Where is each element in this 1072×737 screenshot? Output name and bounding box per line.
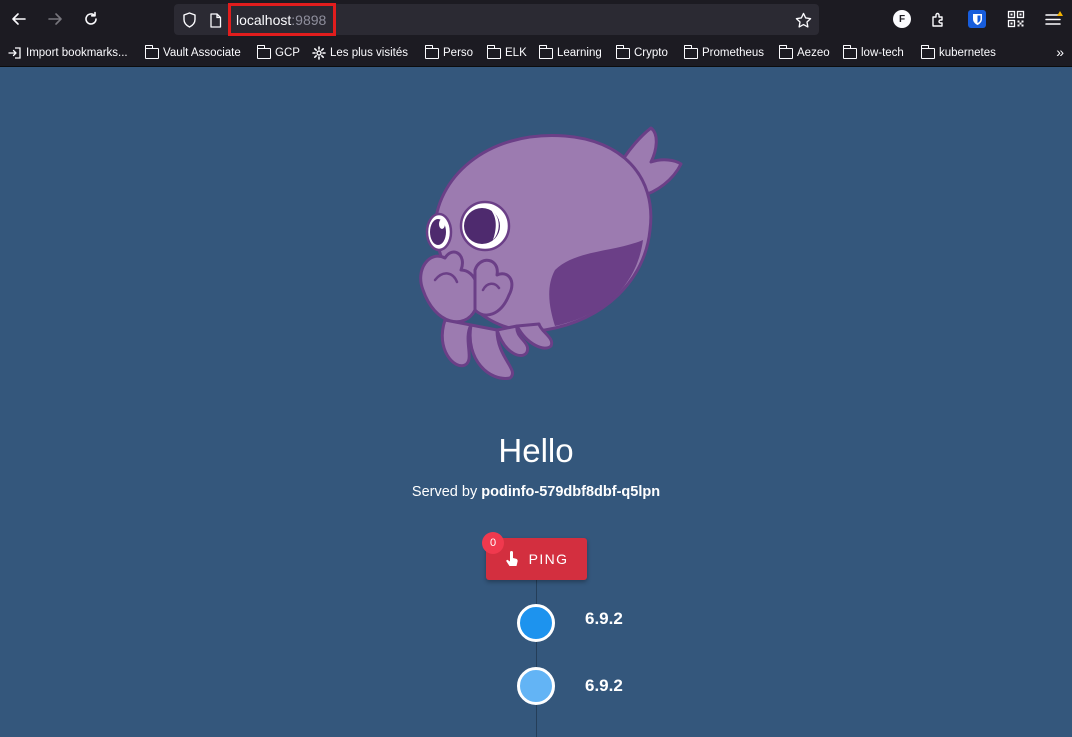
bookmark-gcp[interactable]: GCP (256, 44, 300, 61)
octopus-mascot (419, 126, 683, 380)
ping-count-badge: 0 (482, 532, 504, 554)
url-bar[interactable]: localhost:9898 (174, 3, 819, 36)
menu-button[interactable] (1043, 8, 1065, 30)
bookmark-prometheus[interactable]: Prometheus (683, 44, 765, 61)
bookmark-crypto[interactable]: Crypto (615, 44, 668, 61)
arrow-left-icon (12, 13, 26, 25)
version-label: 6.9.2 (585, 609, 623, 628)
version-label: 6.9.2 (585, 676, 623, 695)
bookmark-label: GCP (275, 47, 300, 59)
url-port: :9898 (291, 12, 327, 28)
folder-icon (538, 44, 553, 59)
menu-icon (1045, 11, 1063, 25)
shield-extension-icon (968, 10, 986, 28)
bookmark-label: Crypto (634, 47, 668, 59)
touch-icon (505, 551, 518, 566)
profile-button[interactable]: F (891, 8, 913, 30)
chevron-double-right-icon[interactable]: » (1056, 44, 1064, 60)
bookmark-aezeo[interactable]: Aezeo (778, 44, 830, 61)
bookmark-les-plus-visites[interactable]: Les plus visités (312, 45, 408, 61)
pod-name: podinfo-579dbf8dbf-q5lpn (481, 484, 661, 500)
qr-code-icon (1007, 10, 1025, 28)
bookmark-label: low-tech (861, 47, 904, 59)
arrow-right-icon (48, 13, 62, 25)
back-button[interactable] (6, 6, 32, 32)
folder-icon (144, 44, 159, 59)
bookmarks-bar: Import bookmarks... Vault Associate GCP … (0, 39, 1072, 67)
profile-letter: F (898, 13, 906, 25)
folder-icon (920, 44, 935, 59)
folder-icon (842, 44, 857, 59)
bookmark-label: kubernetes (939, 47, 996, 59)
bookmark-label: Aezeo (797, 47, 830, 59)
extensions-icon (931, 12, 943, 27)
bookmark-vault-associate[interactable]: Vault Associate (144, 44, 241, 61)
url-text[interactable]: localhost:9898 (236, 12, 326, 28)
browser-toolbar: localhost:9898 F (0, 0, 1072, 39)
bookmark-star-button[interactable] (793, 10, 813, 30)
bookmark-label: Prometheus (702, 47, 765, 59)
star-icon (795, 12, 811, 28)
bookmark-label: Perso (443, 47, 474, 59)
served-by-text: Served by podinfo-579dbf8dbf-q5lpn (0, 484, 1072, 500)
folder-icon (615, 44, 630, 59)
extensions-button[interactable] (927, 8, 949, 30)
folder-icon (256, 44, 271, 59)
bookmark-label: ELK (505, 47, 527, 59)
bookmark-perso[interactable]: Perso (424, 44, 474, 61)
gear-icon (312, 46, 326, 60)
forward-button[interactable] (42, 6, 68, 32)
bookmark-label: Learning (557, 47, 602, 59)
bookmark-import[interactable]: Import bookmarks... (8, 45, 128, 61)
bookmark-label: Import bookmarks... (26, 47, 128, 59)
page-icon[interactable] (206, 11, 224, 29)
reload-icon (85, 11, 97, 25)
timeline-dot (517, 604, 555, 642)
bookmark-label: Vault Associate (163, 47, 241, 59)
folder-icon (486, 44, 501, 59)
url-host: localhost (236, 12, 292, 28)
folder-icon (424, 44, 439, 59)
shield-icon[interactable] (180, 11, 198, 29)
bookmark-kubernetes[interactable]: kubernetes (920, 44, 996, 61)
qr-code-button[interactable] (1005, 8, 1027, 30)
folder-icon (778, 44, 793, 59)
served-prefix: Served by (411, 484, 482, 500)
folder-icon (683, 44, 698, 59)
bitwarden-button[interactable] (966, 8, 988, 30)
ping-label: PING (528, 551, 569, 567)
reload-button[interactable] (78, 6, 104, 32)
greeting-heading: Hello (498, 432, 574, 469)
ping-button[interactable]: 0 PING (482, 532, 587, 580)
bookmark-low-tech[interactable]: low-tech (842, 44, 904, 61)
bookmark-elk[interactable]: ELK (486, 44, 527, 61)
profile-icon: F (893, 10, 911, 28)
import-icon (8, 47, 21, 59)
timeline-dot (517, 667, 555, 705)
bookmark-label: Les plus visités (330, 47, 408, 59)
bookmark-learning[interactable]: Learning (538, 44, 602, 61)
